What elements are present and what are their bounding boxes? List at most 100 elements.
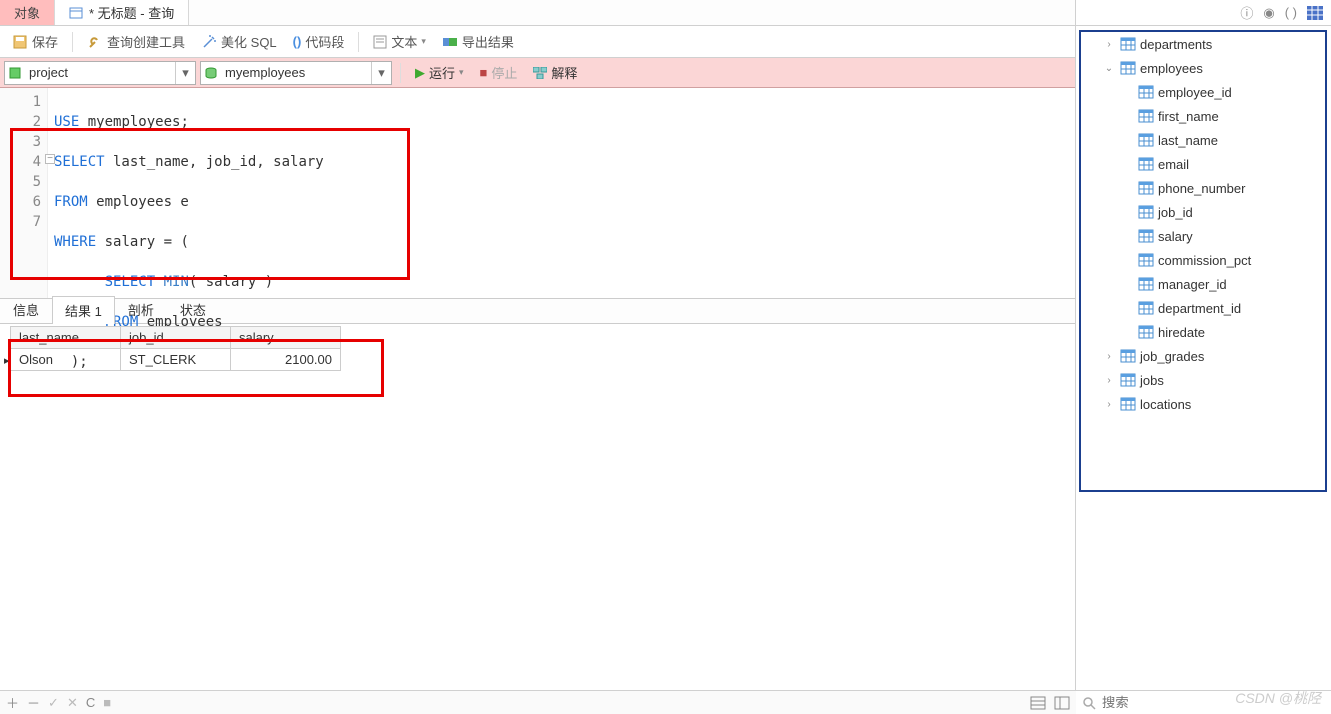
document-tabs: 对象 * 无标题 - 查询: [0, 0, 1075, 26]
result-grid: ▸ last_name job_id salary Olson ST_CLERK…: [0, 324, 1075, 371]
tab-objects[interactable]: 对象: [0, 0, 55, 25]
column-icon: [1138, 109, 1154, 123]
col-header[interactable]: job_id: [121, 327, 231, 349]
row-indicator-icon: ▸: [4, 354, 10, 367]
tree-column-email[interactable]: email: [1080, 152, 1327, 176]
column-icon: [1138, 157, 1154, 171]
refresh-icon[interactable]: C: [86, 695, 95, 710]
connection-combo[interactable]: project ▾: [4, 61, 196, 85]
column-icon: [1138, 253, 1154, 267]
column-icon: [1138, 85, 1154, 99]
tab-label: 结果 1: [65, 304, 102, 319]
tree-table-locations[interactable]: › locations: [1080, 392, 1327, 416]
remove-icon[interactable]: －: [27, 693, 40, 712]
check-icon[interactable]: ✓: [48, 695, 59, 711]
grid-view-icon[interactable]: [1307, 6, 1323, 20]
button-label: 保存: [32, 32, 58, 51]
tree-column-phone_number[interactable]: phone_number: [1080, 176, 1327, 200]
export-icon: [442, 35, 458, 49]
stop-button[interactable]: ■停止: [474, 63, 524, 82]
col-header[interactable]: salary: [231, 327, 341, 349]
table-icon: [1120, 61, 1136, 75]
close-icon[interactable]: ✕: [67, 695, 78, 711]
cell[interactable]: 2100.00: [231, 349, 341, 371]
search-input[interactable]: [1102, 695, 1325, 710]
tree-label: locations: [1140, 397, 1191, 412]
status-bar: ＋ － ✓ ✕ C ■: [0, 690, 1076, 714]
separator: [400, 63, 401, 83]
table-icon: [1120, 373, 1136, 387]
stop-small-icon[interactable]: ■: [103, 695, 111, 710]
code-snippet-button[interactable]: () 代码段: [287, 29, 351, 55]
tree-table-jobs[interactable]: ›jobs: [1080, 368, 1327, 392]
column-icon: [1138, 133, 1154, 147]
query-icon: [69, 6, 83, 20]
tab-info[interactable]: 信息: [0, 295, 52, 323]
column-icon: [1138, 277, 1154, 291]
chevron-right-icon[interactable]: ›: [1102, 399, 1116, 410]
tree-column-job_id[interactable]: job_id: [1080, 200, 1327, 224]
schema-tree[interactable]: ›departments⌄employees employee_id first_n…: [1076, 26, 1331, 690]
column-icon: [1138, 301, 1154, 315]
column-icon: [1138, 205, 1154, 219]
chevron-right-icon[interactable]: ›: [1102, 351, 1116, 362]
column-icon: [1138, 229, 1154, 243]
explain-button[interactable]: 解释: [527, 63, 583, 82]
db-icon: [5, 66, 25, 80]
connection-toolbar: project ▾ myemployees ▾ ▶运行▾ ■停止 解释: [0, 58, 1075, 88]
tree-table-job_grades[interactable]: ›job_grades: [1080, 344, 1327, 368]
tree-column-commission_pct[interactable]: commission_pct: [1080, 248, 1327, 272]
tree-table-departments[interactable]: ›departments: [1080, 32, 1327, 56]
table-row[interactable]: Olson ST_CLERK 2100.00: [11, 349, 341, 371]
view-grid-icon[interactable]: [1030, 696, 1046, 710]
add-icon[interactable]: ＋: [6, 693, 19, 712]
code-text[interactable]: USE myemployees; SELECT last_name, job_i…: [48, 88, 1075, 298]
col-header[interactable]: last_name: [11, 327, 121, 349]
chevron-right-icon[interactable]: ›: [1102, 375, 1116, 386]
info-icon[interactable]: ⓘ: [1240, 3, 1253, 22]
explain-icon: [533, 67, 547, 79]
button-label: 代码段: [305, 32, 344, 51]
eye-icon[interactable]: ◉: [1263, 5, 1274, 21]
tree-table-employees[interactable]: ⌄employees: [1080, 56, 1327, 80]
tree-label: employee_id: [1158, 85, 1232, 100]
export-result-button[interactable]: 导出结果: [436, 29, 520, 55]
tree-label: department_id: [1158, 301, 1241, 316]
text-button[interactable]: 文本 ▾: [367, 29, 432, 55]
beautify-sql-button[interactable]: 美化 SQL: [195, 29, 283, 55]
tree-label: commission_pct: [1158, 253, 1251, 268]
column-icon: [1138, 181, 1154, 195]
chevron-down-icon[interactable]: ⌄: [1102, 63, 1116, 74]
tree-column-first_name[interactable]: first_name: [1080, 104, 1327, 128]
result-table[interactable]: last_name job_id salary Olson ST_CLERK 2…: [10, 326, 341, 371]
save-button[interactable]: 保存: [6, 29, 64, 55]
parentheses-icon[interactable]: ( ): [1285, 5, 1297, 20]
right-panel-toolbar: ⓘ ◉ ( ): [1076, 0, 1331, 26]
run-button[interactable]: ▶运行▾: [409, 63, 470, 82]
search-row: [1076, 690, 1331, 714]
tree-column-hiredate[interactable]: hiredate: [1080, 320, 1327, 344]
table-icon: [1120, 37, 1136, 51]
cell[interactable]: Olson: [11, 349, 121, 371]
tree-column-employee_id[interactable]: employee_id: [1080, 80, 1327, 104]
cell[interactable]: ST_CLERK: [121, 349, 231, 371]
tree-column-manager_id[interactable]: manager_id: [1080, 272, 1327, 296]
tab-query[interactable]: * 无标题 - 查询: [55, 0, 189, 25]
button-label: 美化 SQL: [221, 32, 277, 51]
tree-column-salary[interactable]: salary: [1080, 224, 1327, 248]
play-icon: ▶: [415, 65, 425, 81]
query-builder-button[interactable]: 查询创建工具: [81, 29, 191, 55]
table-icon: [1120, 349, 1136, 363]
sql-editor[interactable]: 1 2 3 4 5 6 7 − USE myemployees; SELECT …: [0, 88, 1075, 298]
view-form-icon[interactable]: [1054, 696, 1070, 710]
chevron-right-icon[interactable]: ›: [1102, 39, 1116, 50]
tree-column-last_name[interactable]: last_name: [1080, 128, 1327, 152]
tab-result1[interactable]: 结果 1: [52, 296, 115, 324]
button-label: 查询创建工具: [107, 32, 185, 51]
tree-column-department_id[interactable]: department_id: [1080, 296, 1327, 320]
database-combo[interactable]: myemployees ▾: [200, 61, 392, 85]
button-label: 停止: [491, 63, 517, 82]
tree-label: hiredate: [1158, 325, 1205, 340]
tools-icon: [87, 34, 103, 50]
column-icon: [1138, 325, 1154, 339]
